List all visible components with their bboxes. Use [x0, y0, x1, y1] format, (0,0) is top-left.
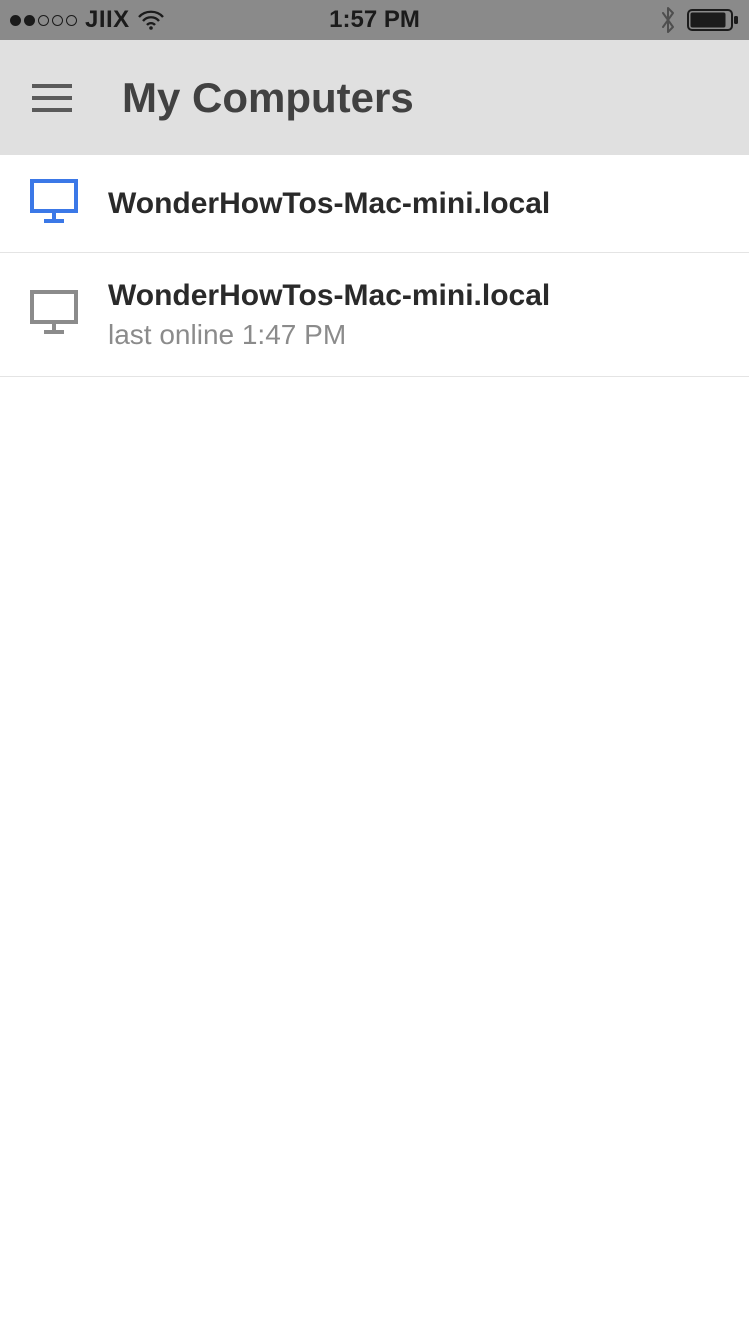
monitor-icon [30, 179, 78, 228]
bluetooth-icon [659, 5, 677, 35]
carrier-label: JIIX [85, 6, 130, 34]
status-left: JIIX [10, 6, 164, 34]
signal-strength-icon [10, 15, 77, 26]
computer-row-offline[interactable]: WonderHowTos-Mac-mini.local last online … [0, 253, 749, 377]
status-right [659, 5, 739, 35]
page-title: My Computers [122, 74, 414, 122]
menu-icon[interactable] [32, 84, 72, 112]
status-time: 1:57 PM [329, 6, 420, 34]
wifi-icon [138, 10, 164, 30]
monitor-icon [30, 290, 78, 339]
status-bar: JIIX 1:57 PM [0, 0, 749, 40]
battery-icon [687, 8, 739, 32]
computer-list: WonderHowTos-Mac-mini.local WonderHowTos… [0, 155, 749, 377]
computer-name: WonderHowTos-Mac-mini.local [108, 185, 550, 223]
computer-status: last online 1:47 PM [108, 317, 550, 352]
computer-row-online[interactable]: WonderHowTos-Mac-mini.local [0, 155, 749, 253]
computer-name: WonderHowTos-Mac-mini.local [108, 277, 550, 315]
computer-row-text: WonderHowTos-Mac-mini.local last online … [108, 277, 550, 352]
computer-row-text: WonderHowTos-Mac-mini.local [108, 185, 550, 223]
app-header: My Computers [0, 40, 749, 155]
